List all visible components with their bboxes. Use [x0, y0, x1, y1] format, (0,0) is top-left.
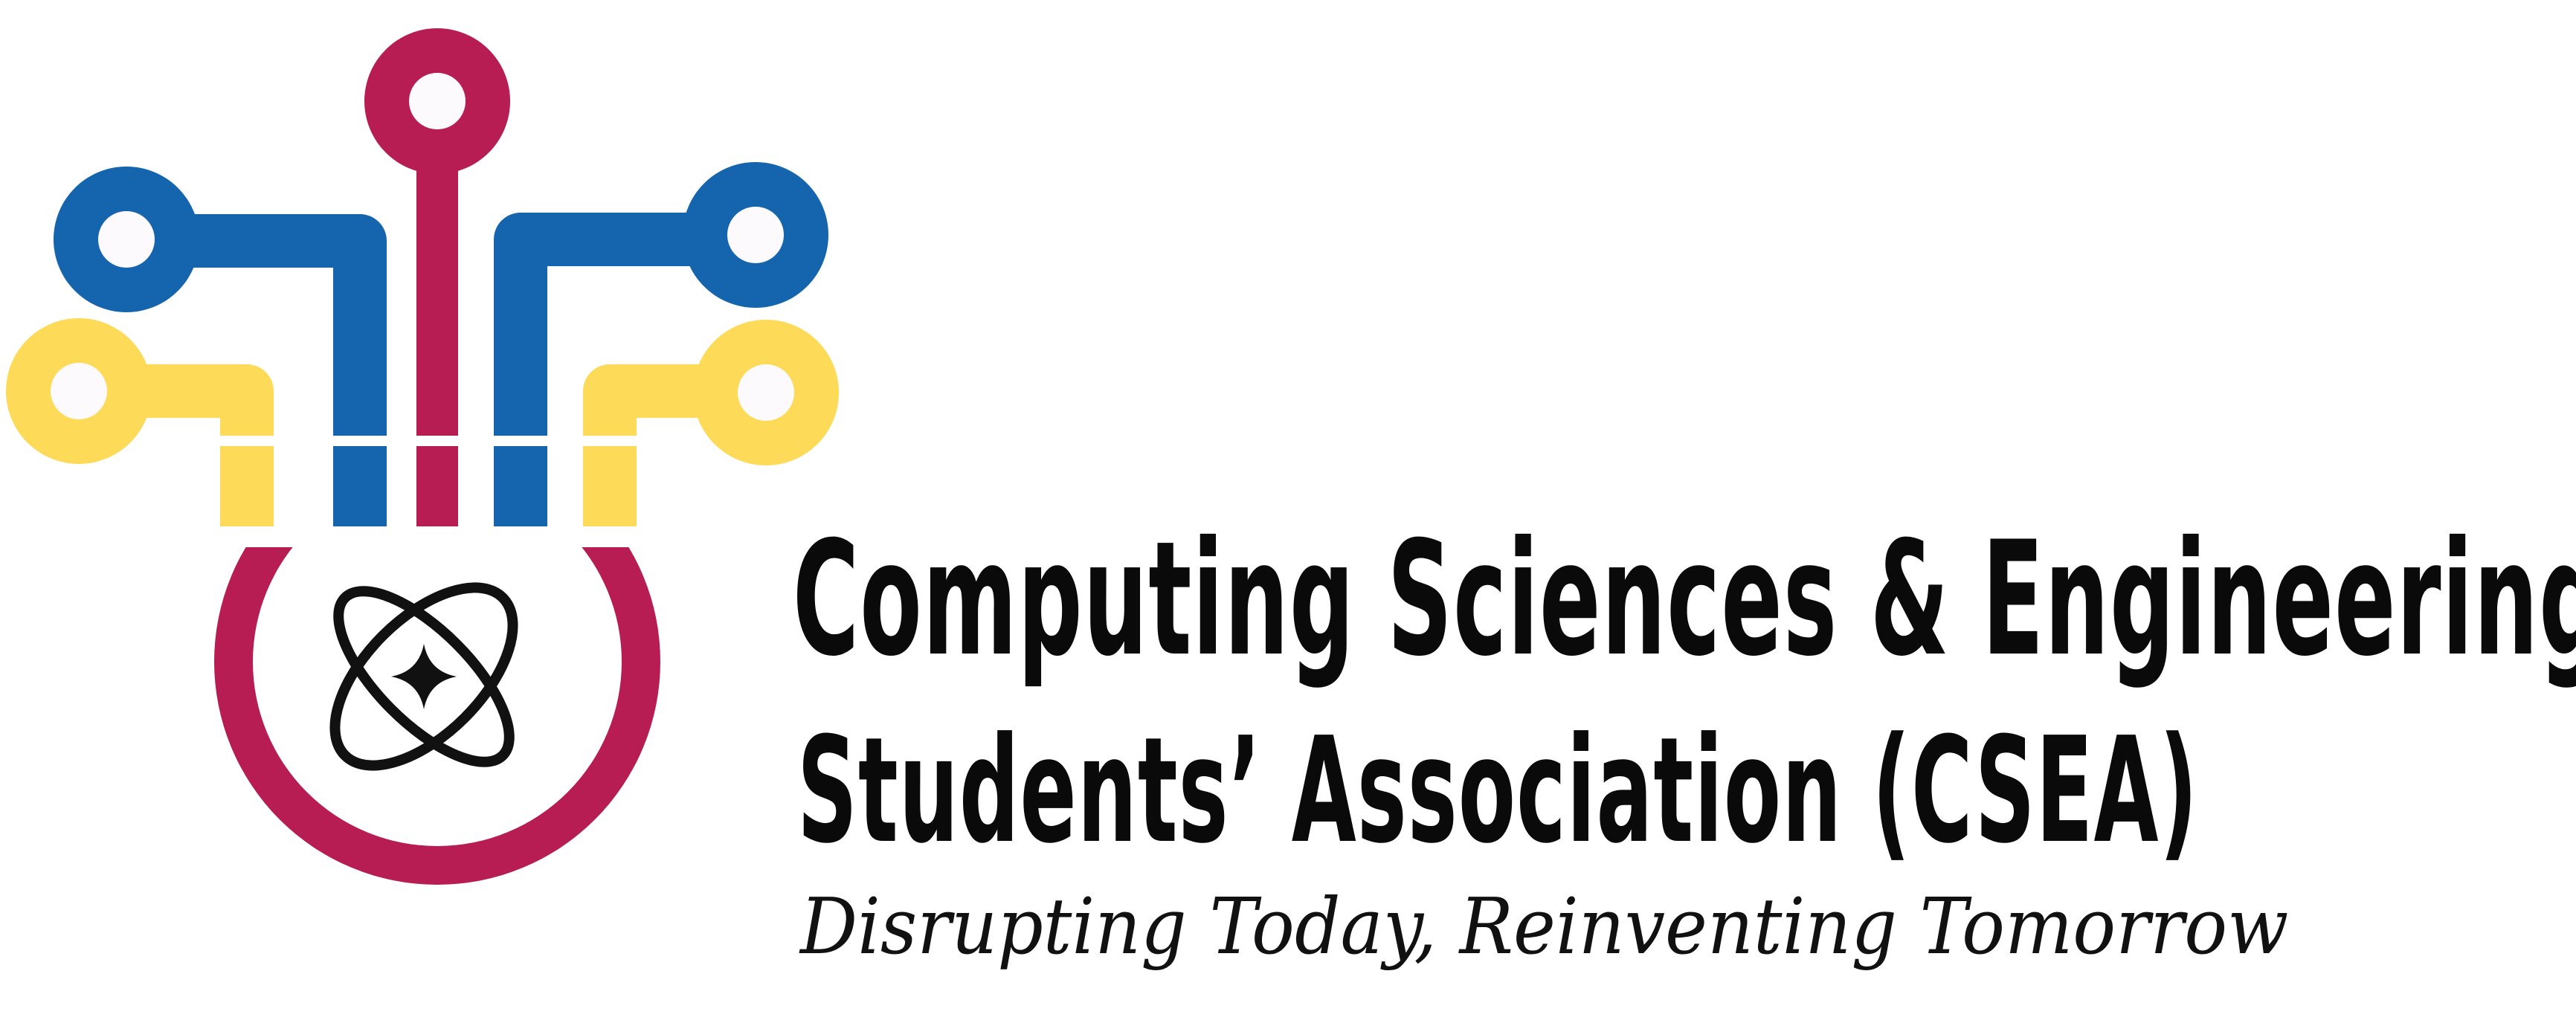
circuit-node-hole: [727, 207, 784, 263]
organization-name-line-1: Computing Sciences & Engineering: [793, 507, 2576, 691]
circuit-node-hole: [738, 364, 794, 421]
circuit-node-hole: [98, 211, 155, 268]
circuit-node-hole: [51, 363, 107, 419]
wordmark: Computing Sciences & Engineering Student…: [793, 520, 2576, 996]
logo-page: { "brand": { "line_1": "Computing Scienc…: [0, 0, 2576, 1026]
organization-name-line-2: Students’ Association (CSEA): [797, 706, 2199, 876]
trace-gap: [208, 526, 666, 546]
circuit-node-hole: [409, 73, 466, 129]
tagline: Disrupting Today, Reinventing Tomorrow: [800, 881, 2289, 972]
gear-circuit-atom-icon: [6, 28, 839, 885]
